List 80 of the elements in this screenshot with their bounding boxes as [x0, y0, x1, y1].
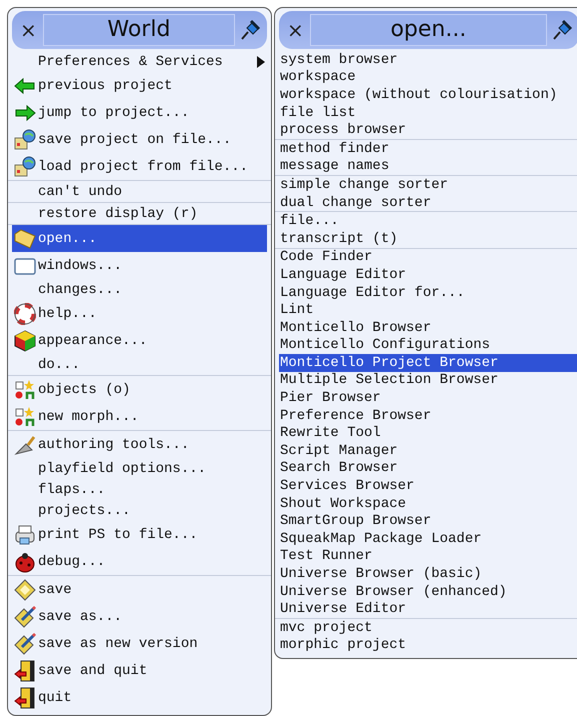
menu-item[interactable]: Universe Editor	[279, 600, 577, 618]
menu-item[interactable]: can't undo	[12, 181, 267, 202]
menu-item[interactable]: objects (o)	[12, 376, 267, 403]
menu-item[interactable]: Pier Browser	[279, 389, 577, 407]
menu-item[interactable]: Multiple Selection Browser	[279, 372, 577, 390]
close-button[interactable]: ×	[18, 18, 39, 42]
menu-item[interactable]: jump to project...	[12, 99, 267, 126]
menu-item[interactable]: transcript (t)	[279, 230, 577, 248]
menu-item[interactable]: Preferences & Services	[12, 51, 267, 72]
menu-item[interactable]: Script Manager	[279, 442, 577, 460]
trowel-icon	[14, 434, 36, 456]
menu-item[interactable]: changes...	[12, 279, 267, 300]
menu-item[interactable]: workspace (without colourisation)	[279, 86, 577, 104]
menu-item[interactable]: Language Editor	[279, 266, 577, 284]
globe-box-icon	[14, 128, 36, 150]
menu-title: open...	[310, 14, 547, 46]
close-button[interactable]: ×	[285, 18, 306, 42]
menu-item[interactable]: dual change sorter	[279, 194, 577, 212]
folder-icon	[14, 228, 36, 250]
menu-item[interactable]: load project from file...	[12, 153, 267, 180]
menu-item[interactable]: simple change sorter	[279, 176, 577, 194]
menu-item[interactable]: Universe Browser (basic)	[279, 565, 577, 583]
menu-item[interactable]: Test Runner	[279, 548, 577, 566]
menu-item[interactable]: Shout Workspace	[279, 494, 577, 512]
shapes-icon	[14, 378, 36, 400]
menu-item[interactable]: debug...	[12, 548, 267, 575]
menu-item[interactable]: restore display (r)	[12, 203, 267, 224]
pin-icon[interactable]	[239, 19, 261, 41]
disk-pencil-icon	[14, 606, 36, 628]
shapes-icon	[14, 406, 36, 428]
menu-item[interactable]: previous project	[12, 72, 267, 99]
menu-item[interactable]: Code Finder	[279, 248, 577, 266]
pin-icon[interactable]	[551, 19, 573, 41]
menu-item[interactable]: authoring tools...	[12, 431, 267, 458]
menu-item[interactable]: save	[12, 576, 267, 603]
lifebuoy-icon	[14, 302, 36, 324]
ladybug-icon	[14, 550, 36, 572]
menu-item[interactable]: mvc project	[279, 619, 577, 637]
menu-item[interactable]: save as...	[12, 603, 267, 630]
menu-item[interactable]: Language Editor for...	[279, 284, 577, 302]
door-arrow-icon	[14, 660, 36, 682]
menu-item[interactable]: method finder	[279, 140, 577, 158]
menu-item[interactable]: do...	[12, 354, 267, 375]
disk-pencil-icon	[14, 632, 36, 654]
menu-item[interactable]: quit	[12, 684, 267, 711]
menu-item[interactable]: projects...	[12, 500, 267, 521]
menu-item[interactable]: system browser	[279, 51, 577, 69]
menu-item[interactable]: workspace	[279, 68, 577, 86]
menu-item[interactable]: message names	[279, 158, 577, 176]
menu-title: World	[42, 14, 235, 46]
menu-item[interactable]: open...	[12, 225, 267, 252]
cube-icon	[14, 330, 36, 352]
menu-item[interactable]: playfield options...	[12, 458, 267, 479]
menu-item[interactable]: help...	[12, 300, 267, 327]
menu-item[interactable]: Monticello Project Browser	[279, 354, 577, 372]
menu-item[interactable]: file...	[279, 212, 577, 230]
menu-item[interactable]: Monticello Browser	[279, 318, 577, 336]
menu-item[interactable]: save project on file...	[12, 126, 267, 153]
menu-item[interactable]: process browser	[279, 121, 577, 139]
menu-item[interactable]: save as new version	[12, 630, 267, 657]
door-arrow-icon	[14, 686, 36, 708]
menu-item[interactable]: SmartGroup Browser	[279, 512, 577, 530]
printer-icon	[14, 524, 36, 546]
menu-item[interactable]: save and quit	[12, 657, 267, 684]
menu-item[interactable]: Lint	[279, 301, 577, 319]
menu-item[interactable]: Monticello Configurations	[279, 336, 577, 354]
menu-item[interactable]: Preference Browser	[279, 406, 577, 424]
menu-item[interactable]: Rewrite Tool	[279, 424, 577, 442]
menu-item[interactable]: windows...	[12, 252, 267, 279]
menu-item[interactable]: flaps...	[12, 479, 267, 500]
menu-item[interactable]: new morph...	[12, 403, 267, 430]
menu-item[interactable]: morphic project	[279, 636, 577, 654]
globe-box-icon	[14, 156, 36, 178]
menu-item[interactable]: Universe Browser (enhanced)	[279, 582, 577, 600]
menu-item[interactable]: SqueakMap Package Loader	[279, 530, 577, 548]
menu-item[interactable]: appearance...	[12, 327, 267, 354]
menu-item[interactable]: file list	[279, 104, 577, 122]
menu-item[interactable]: Search Browser	[279, 460, 577, 478]
menu-item[interactable]: print PS to file...	[12, 521, 267, 548]
menu-item[interactable]: Services Browser	[279, 477, 577, 495]
